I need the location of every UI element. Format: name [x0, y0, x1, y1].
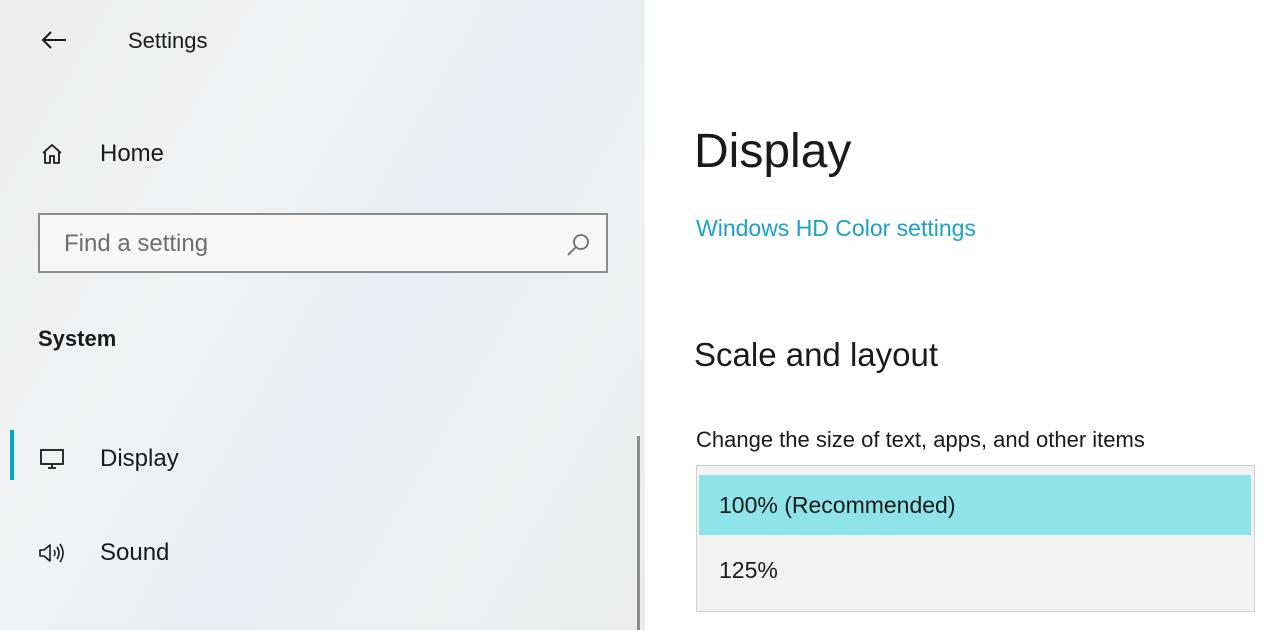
home-icon: [36, 138, 68, 170]
home-label: Home: [100, 140, 165, 167]
page-title: Display: [694, 125, 852, 178]
sidebar: Settings Home System Display: [0, 0, 645, 630]
back-button[interactable]: [34, 22, 74, 58]
sidebar-item-display[interactable]: Display: [0, 433, 620, 485]
monitor-icon: [36, 443, 68, 475]
home-nav-item[interactable]: Home: [0, 128, 620, 180]
app-title: Settings: [128, 28, 208, 53]
option-label: 125%: [719, 557, 778, 583]
scale-option-125[interactable]: 125%: [699, 540, 1251, 600]
section-label-system: System: [38, 326, 117, 351]
scale-dropdown[interactable]: 100% (Recommended) 125%: [696, 465, 1255, 612]
speaker-icon: [36, 537, 68, 569]
sidebar-item-sound[interactable]: Sound: [0, 527, 620, 579]
scale-field-label: Change the size of text, apps, and other…: [696, 427, 1145, 452]
scale-option-100[interactable]: 100% (Recommended): [699, 475, 1251, 535]
search-icon[interactable]: [564, 231, 592, 259]
scale-layout-heading: Scale and layout: [694, 336, 939, 373]
option-label: 100% (Recommended): [719, 492, 956, 518]
back-arrow-icon: [41, 31, 66, 49]
search-input[interactable]: [62, 225, 546, 263]
hd-color-settings-link[interactable]: Windows HD Color settings: [696, 215, 976, 242]
sidebar-item-label: Display: [100, 445, 179, 472]
search-box[interactable]: [38, 213, 608, 273]
sidebar-item-label: Sound: [100, 539, 170, 566]
sidebar-scrollbar[interactable]: [637, 436, 640, 630]
